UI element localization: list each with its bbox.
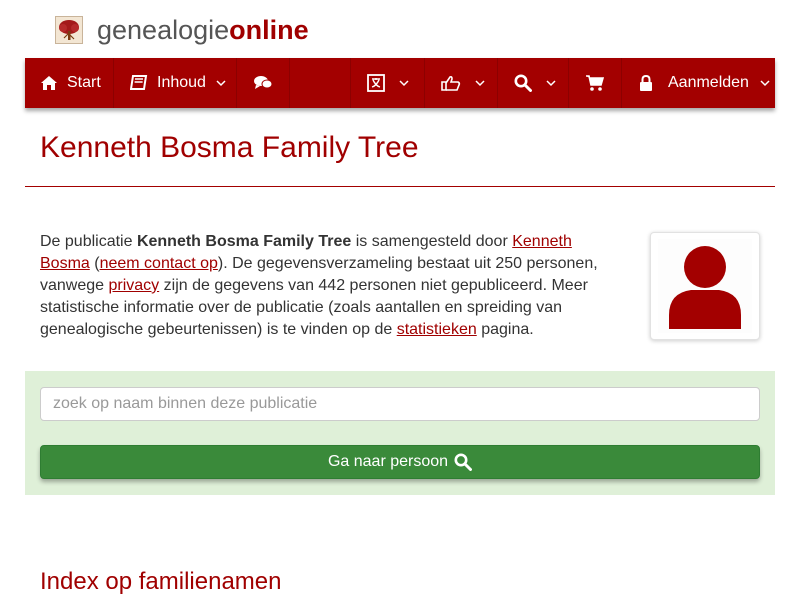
search-icon (454, 453, 473, 471)
title-divider (25, 186, 775, 187)
chevron-down-icon (475, 79, 485, 87)
main-navbar: Start Inhoud Aanmelden (25, 58, 775, 108)
family-tree-icon (55, 16, 83, 44)
nav-search[interactable] (498, 58, 569, 108)
person-search-input[interactable] (40, 387, 760, 421)
page-title: Kenneth Bosma Family Tree (40, 131, 419, 164)
nav-start[interactable]: Start (25, 58, 114, 108)
surname-index-heading: Index op familienamen (40, 568, 282, 595)
publication-intro: De publicatie Kenneth Bosma Family Tree … (40, 233, 598, 338)
user-icon (658, 239, 752, 333)
nav-forum[interactable] (237, 58, 290, 108)
chevron-down-icon (760, 79, 770, 87)
nav-cart[interactable] (569, 58, 622, 108)
nav-social[interactable] (425, 58, 498, 108)
nav-language[interactable] (351, 58, 425, 108)
chevron-down-icon (216, 79, 226, 87)
author-avatar[interactable] (650, 232, 760, 340)
nav-spacer (290, 58, 351, 108)
comments-icon (253, 75, 273, 91)
logo-wordmark: genealogieonline (97, 14, 309, 45)
nav-inhoud[interactable]: Inhoud (114, 58, 237, 108)
publication-name: Kenneth Bosma Family Tree (136, 233, 352, 250)
go-to-person-label: Ga naar persoon (327, 453, 449, 470)
chevron-down-icon (546, 79, 556, 87)
privacy-link[interactable]: privacy (109, 277, 160, 294)
search-icon (514, 74, 532, 92)
nav-login-label: Aanmelden (668, 74, 749, 91)
cart-icon (585, 74, 605, 92)
nav-inhoud-label: Inhoud (157, 74, 206, 91)
site-logo[interactable]: genealogieonline (55, 15, 309, 45)
chevron-down-icon (399, 79, 409, 87)
nav-login[interactable]: Aanmelden (622, 58, 775, 108)
statistics-link[interactable]: statistieken (397, 321, 477, 338)
person-search-panel: Ga naar persoon (25, 371, 775, 495)
go-to-person-button[interactable]: Ga naar persoon (40, 445, 760, 479)
book-icon (130, 75, 148, 91)
thumbs-up-icon (441, 75, 461, 91)
home-icon (40, 75, 58, 91)
lock-icon (639, 75, 653, 91)
contact-link[interactable]: neem contact op (100, 255, 218, 272)
language-icon (367, 74, 385, 92)
nav-start-label: Start (67, 74, 101, 91)
